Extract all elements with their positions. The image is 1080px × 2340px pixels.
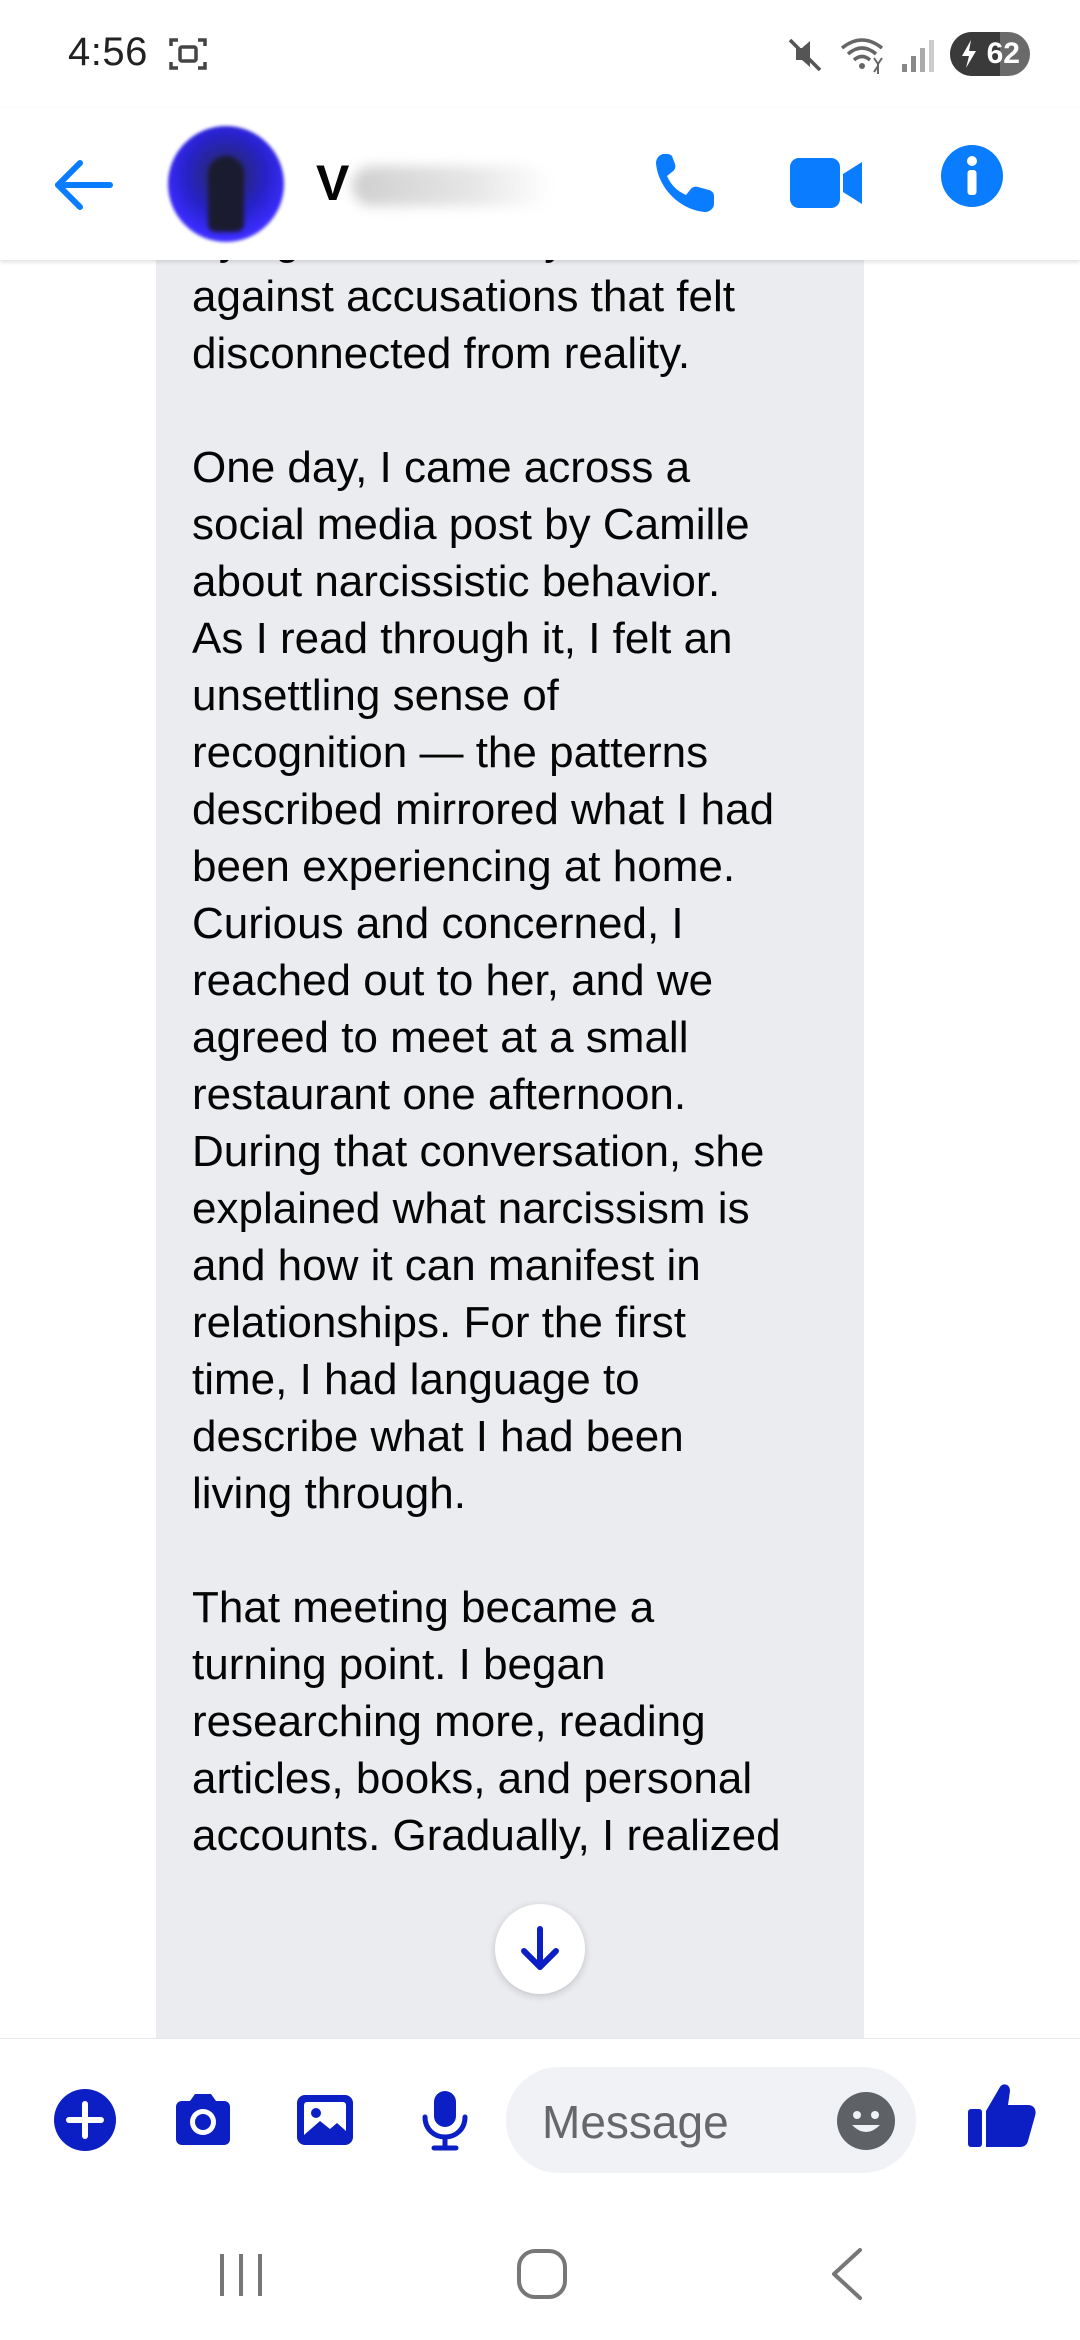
gallery-button[interactable] xyxy=(292,2087,358,2153)
contact-name[interactable]: V xyxy=(316,154,349,212)
recent-apps-button[interactable] xyxy=(216,2252,266,2298)
wifi-icon xyxy=(840,38,884,74)
message-placeholder: Message xyxy=(542,2096,729,2148)
phone-icon xyxy=(656,154,714,212)
system-navigation-bar xyxy=(0,2200,1080,2340)
status-time: 4:56 xyxy=(68,30,148,74)
scroll-to-bottom-button[interactable] xyxy=(495,1904,585,1994)
image-icon xyxy=(297,2095,353,2145)
message-list[interactable]: our relationship slowly intensified, and… xyxy=(0,260,1080,2038)
microphone-icon xyxy=(422,2091,468,2151)
message-input[interactable]: Message xyxy=(506,2067,916,2173)
system-back-button[interactable] xyxy=(826,2246,866,2302)
avatar-figure xyxy=(208,156,244,232)
camera-icon xyxy=(176,2094,230,2145)
video-camera-icon xyxy=(790,158,862,208)
voice-message-button[interactable] xyxy=(412,2087,478,2153)
mute-icon xyxy=(788,38,822,72)
back-button[interactable] xyxy=(50,152,116,218)
contact-name-redaction xyxy=(352,166,552,206)
info-button[interactable] xyxy=(940,144,1004,208)
battery-level: 62 xyxy=(986,37,1020,70)
thumbs-up-icon xyxy=(968,2084,1036,2147)
home-button[interactable] xyxy=(516,2248,568,2300)
call-button[interactable] xyxy=(650,148,720,218)
back-icon xyxy=(832,2248,862,2300)
like-button[interactable] xyxy=(966,2079,1038,2151)
messenger-chat-screen: 4:56 62 V against accusations that felt … xyxy=(0,0,1080,2340)
screenshot-icon xyxy=(169,38,207,70)
camera-button[interactable] xyxy=(170,2087,236,2153)
emoji-icon xyxy=(837,2092,895,2150)
video-call-button[interactable] xyxy=(790,152,864,214)
add-button[interactable] xyxy=(52,2087,118,2153)
home-icon xyxy=(517,2249,567,2299)
charging-icon xyxy=(962,40,976,68)
recent-apps-icon xyxy=(220,2254,262,2296)
arrow-left-icon xyxy=(55,160,113,210)
chat-header: V xyxy=(0,108,1080,260)
message-bubble[interactable]: our relationship slowly intensified, and… xyxy=(156,260,864,2038)
status-bar: 4:56 62 xyxy=(0,0,1080,108)
battery-indicator: 62 xyxy=(950,32,1030,76)
info-icon xyxy=(941,145,1003,207)
message-composer: Message xyxy=(0,2038,1080,2200)
arrow-down-icon xyxy=(521,1926,559,1970)
message-text: our relationship slowly intensified, and… xyxy=(192,260,781,1860)
plus-icon xyxy=(54,2089,116,2151)
emoji-button[interactable] xyxy=(836,2091,896,2151)
signal-icon xyxy=(902,40,934,72)
